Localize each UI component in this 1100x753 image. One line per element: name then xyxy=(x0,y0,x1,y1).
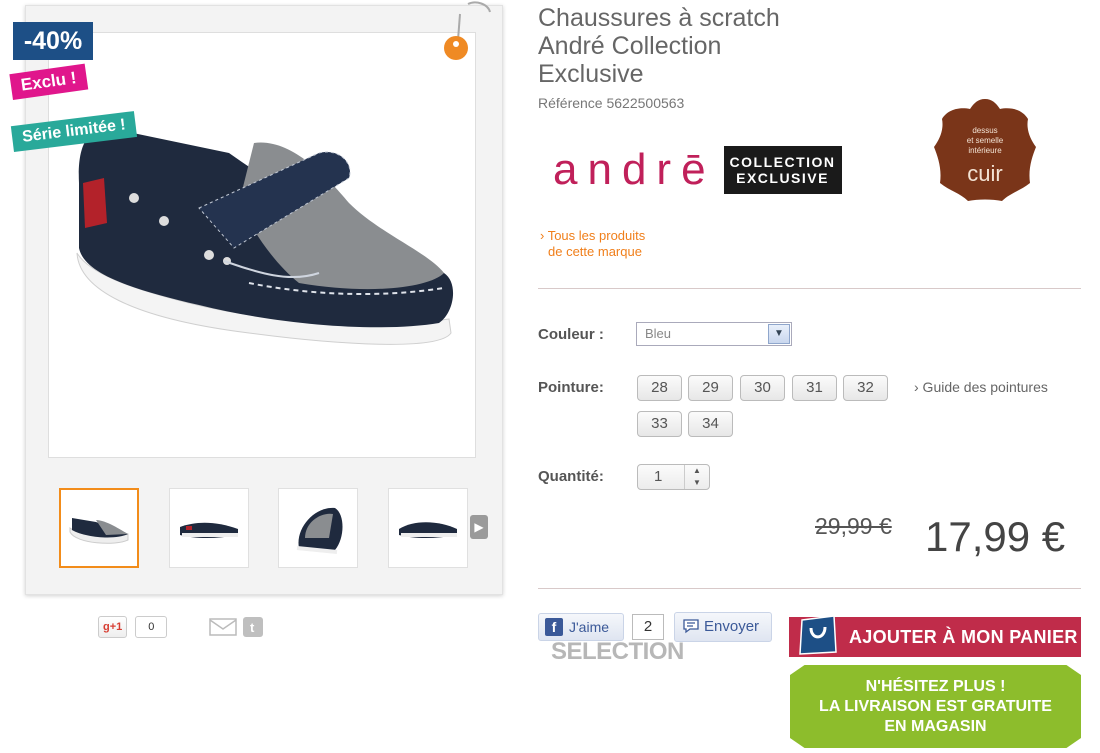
google-plus-button[interactable]: g+1 xyxy=(98,616,128,638)
color-select-value: Bleu xyxy=(645,326,672,341)
svg-text:t: t xyxy=(250,620,255,635)
brand-box-line: EXCLUSIVE xyxy=(736,169,829,186)
old-price: 29,99 € xyxy=(815,513,892,539)
color-label: Couleur : xyxy=(538,326,604,343)
facebook-like-label: J'aime xyxy=(569,619,610,635)
cuir-line-1: dessus xyxy=(972,126,997,135)
mail-icon[interactable] xyxy=(209,617,238,637)
shoe-thumbnail-icon xyxy=(180,522,238,538)
size-option-29[interactable]: 29 xyxy=(688,375,733,401)
brand-products-link[interactable]: › Tous les produits de cette marque xyxy=(540,228,645,260)
thumbnail-1[interactable] xyxy=(59,488,139,568)
quantity-stepper[interactable]: 1 ▲ ▼ xyxy=(637,464,710,490)
product-title-line: Exclusive xyxy=(538,60,644,88)
facebook-icon: f xyxy=(545,618,563,636)
color-select[interactable]: Bleu ▼ xyxy=(636,322,792,346)
discount-badge: -40% xyxy=(13,22,93,60)
brand-box-line: COLLECTION xyxy=(729,153,836,170)
shoe-thumbnail-icon xyxy=(69,518,129,544)
shoe-thumbnail-icon xyxy=(296,507,343,554)
product-title-line: Chaussures à scratch xyxy=(538,4,780,32)
product-title-line: André Collection xyxy=(538,32,722,60)
size-option-31[interactable]: 31 xyxy=(792,375,837,401)
size-label: Pointure: xyxy=(538,379,604,396)
size-option-34[interactable]: 34 xyxy=(688,411,733,437)
product-title: Chaussures à scratch André Collection Ex… xyxy=(538,4,858,88)
cuir-line-3: intérieure xyxy=(968,146,1002,155)
shoe-thumbnail-icon xyxy=(399,522,457,538)
size-option-33[interactable]: 33 xyxy=(637,411,682,437)
thumbnail-next-arrow-icon[interactable]: ▶ xyxy=(470,515,488,539)
sale-price: 17,99 € xyxy=(925,513,1066,560)
brand-link-line: › Tous les produits xyxy=(540,228,646,243)
share-row: g+1 0 t xyxy=(98,614,264,640)
facebook-like-count: 2 xyxy=(632,614,664,640)
google-plus-label: +1 xyxy=(109,621,123,633)
quantity-value: 1 xyxy=(654,468,663,485)
size-option-28[interactable]: 28 xyxy=(637,375,682,401)
brand-link-line: de cette marque xyxy=(548,244,642,259)
thumbnail-3[interactable] xyxy=(278,488,358,568)
thumbnail-2[interactable] xyxy=(169,488,249,568)
size-guide-link[interactable]: › Guide des pointures xyxy=(914,379,1048,395)
google-plus-count: 0 xyxy=(135,616,168,638)
size-option-32[interactable]: 32 xyxy=(843,375,888,401)
shopping-bag-icon xyxy=(799,615,837,655)
hang-tag-icon xyxy=(444,1,491,60)
speech-bubble-icon xyxy=(683,619,699,634)
send-label: Envoyer xyxy=(704,618,760,635)
google-plus-icon: g xyxy=(103,621,110,633)
brand-collection-box: COLLECTION EXCLUSIVE xyxy=(723,145,842,194)
size-option-30[interactable]: 30 xyxy=(740,375,785,401)
cuir-line-2: et semelle xyxy=(967,136,1004,145)
leather-cuir-badge: dessus et semelle intérieure cuir xyxy=(934,99,1036,201)
boat-shoe-illustration xyxy=(76,128,454,345)
main-product-image[interactable] xyxy=(48,32,476,458)
chevron-down-icon[interactable]: ▼ xyxy=(768,324,790,344)
divider xyxy=(538,588,1081,589)
free-delivery-banner[interactable]: N'HÉSITEZ PLUS ! LA LIVRAISON EST GRATUI… xyxy=(790,665,1081,748)
divider xyxy=(538,288,1081,289)
thumbnail-4[interactable] xyxy=(388,488,468,568)
facebook-like-button[interactable]: f J'aime xyxy=(538,613,624,641)
brand-logo: andrē COLLECTION EXCLUSIVE xyxy=(553,142,842,197)
stepper-arrows-icon[interactable]: ▲ ▼ xyxy=(684,465,709,489)
promo-line: LA LIVRAISON EST GRATUITE xyxy=(819,698,1052,715)
promo-line: N'HÉSITEZ PLUS ! xyxy=(865,678,1006,695)
quantity-label: Quantité: xyxy=(538,468,604,485)
promo-line: EN MAGASIN xyxy=(884,718,987,735)
cuir-word: cuir xyxy=(967,161,1002,186)
brand-name: andrē xyxy=(553,144,716,194)
selection-label: SELECTION xyxy=(551,638,684,665)
send-button[interactable]: Envoyer xyxy=(674,612,772,642)
product-reference: Référence 5622500563 xyxy=(538,95,685,111)
twitter-icon[interactable]: t xyxy=(243,617,264,637)
